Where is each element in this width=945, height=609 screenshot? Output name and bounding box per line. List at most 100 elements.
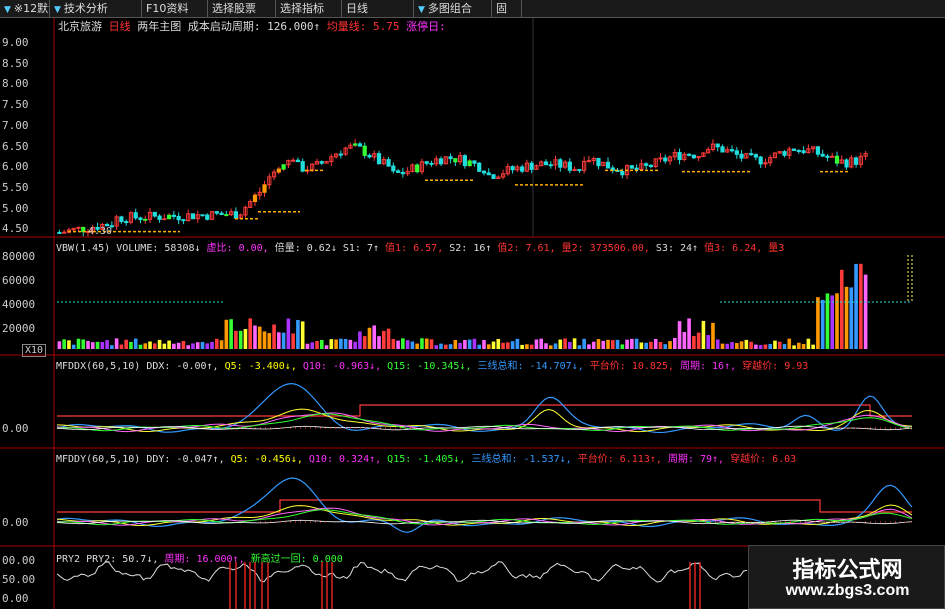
candle-body: [262, 184, 267, 193]
volume-bar: [191, 343, 195, 349]
volume-bar: [362, 336, 367, 349]
candle-body: [453, 158, 458, 163]
volume-bar: [711, 322, 715, 349]
candle-body: [596, 157, 601, 167]
volume-bar: [353, 341, 357, 349]
candle-body: [152, 211, 157, 217]
indicator-line: [56, 408, 913, 433]
candle-body: [252, 194, 258, 203]
volume-bar: [477, 344, 481, 349]
candle-body: [295, 159, 301, 163]
header-field: 6.57,: [413, 243, 450, 254]
volume-bar: [482, 340, 486, 349]
candle-body: [391, 165, 396, 172]
candle-body: [791, 148, 797, 151]
header-field: 24↑: [680, 243, 705, 254]
volume-bar: [448, 344, 453, 349]
volume-bar: [863, 274, 868, 349]
volume-bar: [172, 343, 176, 349]
candle-body: [663, 157, 668, 162]
candle-body: [634, 167, 639, 171]
volume-bar: [782, 344, 787, 349]
candle-body: [362, 145, 367, 156]
header-field: 新高过一回:: [250, 554, 313, 565]
candle-body: [353, 143, 358, 146]
volume-bar: [114, 338, 119, 349]
volume-bar: [195, 342, 200, 349]
volume-unit: X10: [22, 344, 47, 357]
volume-bar: [501, 342, 505, 349]
volume-bar: [849, 287, 854, 349]
candle-body: [143, 218, 148, 221]
indicator-value: 126.000↑: [267, 20, 321, 33]
header-field: 16.000↑,: [196, 554, 251, 565]
header-field: 虚比:: [206, 243, 239, 254]
volume-bar: [529, 344, 534, 349]
volume-bar: [749, 341, 753, 349]
volume-bar: [610, 340, 615, 349]
candle-body: [753, 154, 758, 158]
volume-bar: [706, 335, 710, 349]
volume-bar: [544, 343, 548, 349]
candle-body: [233, 211, 238, 219]
volume-bar: [186, 345, 190, 349]
candle-body: [782, 151, 787, 156]
header-field: 值3:: [704, 243, 733, 254]
volume-bar: [424, 338, 429, 349]
chart-canvas[interactable]: [0, 0, 945, 609]
candle-body: [567, 161, 572, 171]
volume-bar: [329, 339, 334, 349]
volume-bar: [467, 339, 472, 349]
candle-body: [200, 214, 205, 217]
candle-body: [658, 157, 663, 160]
volume-bar: [95, 341, 100, 349]
header-field: -10.345↓,: [417, 361, 478, 372]
volume-bar: [472, 338, 477, 349]
volume-bar: [296, 319, 300, 349]
candle-body: [429, 162, 434, 165]
volume-bar: [506, 342, 510, 349]
volume-bar: [601, 340, 606, 349]
volume-bar: [510, 341, 515, 349]
volume-bar: [758, 345, 763, 349]
header-field: 9.93: [784, 361, 809, 372]
volume-bar: [143, 343, 148, 349]
volume-bar: [234, 330, 238, 349]
candle-body: [376, 153, 382, 165]
volume-bar: [744, 339, 749, 349]
candle-body: [844, 159, 849, 168]
volume-bar: [520, 344, 524, 349]
volume-bar: [267, 333, 272, 349]
volume-bar: [444, 344, 448, 349]
volume-bar: [525, 344, 529, 349]
candle-body: [438, 158, 444, 165]
volume-bar: [572, 338, 577, 349]
candle-body: [124, 221, 129, 224]
volume-bar: [820, 299, 825, 349]
volume-bar: [458, 342, 462, 349]
header-field: -14.707↓,: [529, 361, 590, 372]
ddx-zero-tick: 0.00: [2, 422, 29, 435]
volume-bar: [491, 341, 496, 349]
volume-bar: [563, 338, 567, 349]
candle-body: [477, 162, 482, 172]
candle-body: [448, 156, 453, 160]
volume-bar: [57, 341, 62, 349]
volume-bar: [162, 343, 167, 349]
volume-bar: [181, 340, 186, 349]
volume-bar: [100, 342, 105, 349]
volume-bar: [133, 338, 138, 349]
volume-header: VBW(1.45) VOLUME: 58308↓ 虚比: 0.00, 倍量: 0…: [56, 239, 784, 254]
candle-body: [825, 155, 830, 158]
candle-body: [729, 149, 735, 152]
candle-body: [801, 150, 806, 154]
volume-bar: [90, 342, 95, 349]
candle-body: [796, 149, 801, 152]
header-field: 量3: [768, 243, 785, 254]
candle-body: [572, 169, 577, 172]
header-field: 周期:: [679, 361, 713, 372]
y-tick-label: 6.00: [2, 160, 29, 174]
header-field: Q15:: [387, 454, 418, 465]
candle-body: [629, 165, 634, 169]
volume-bar: [224, 319, 229, 349]
